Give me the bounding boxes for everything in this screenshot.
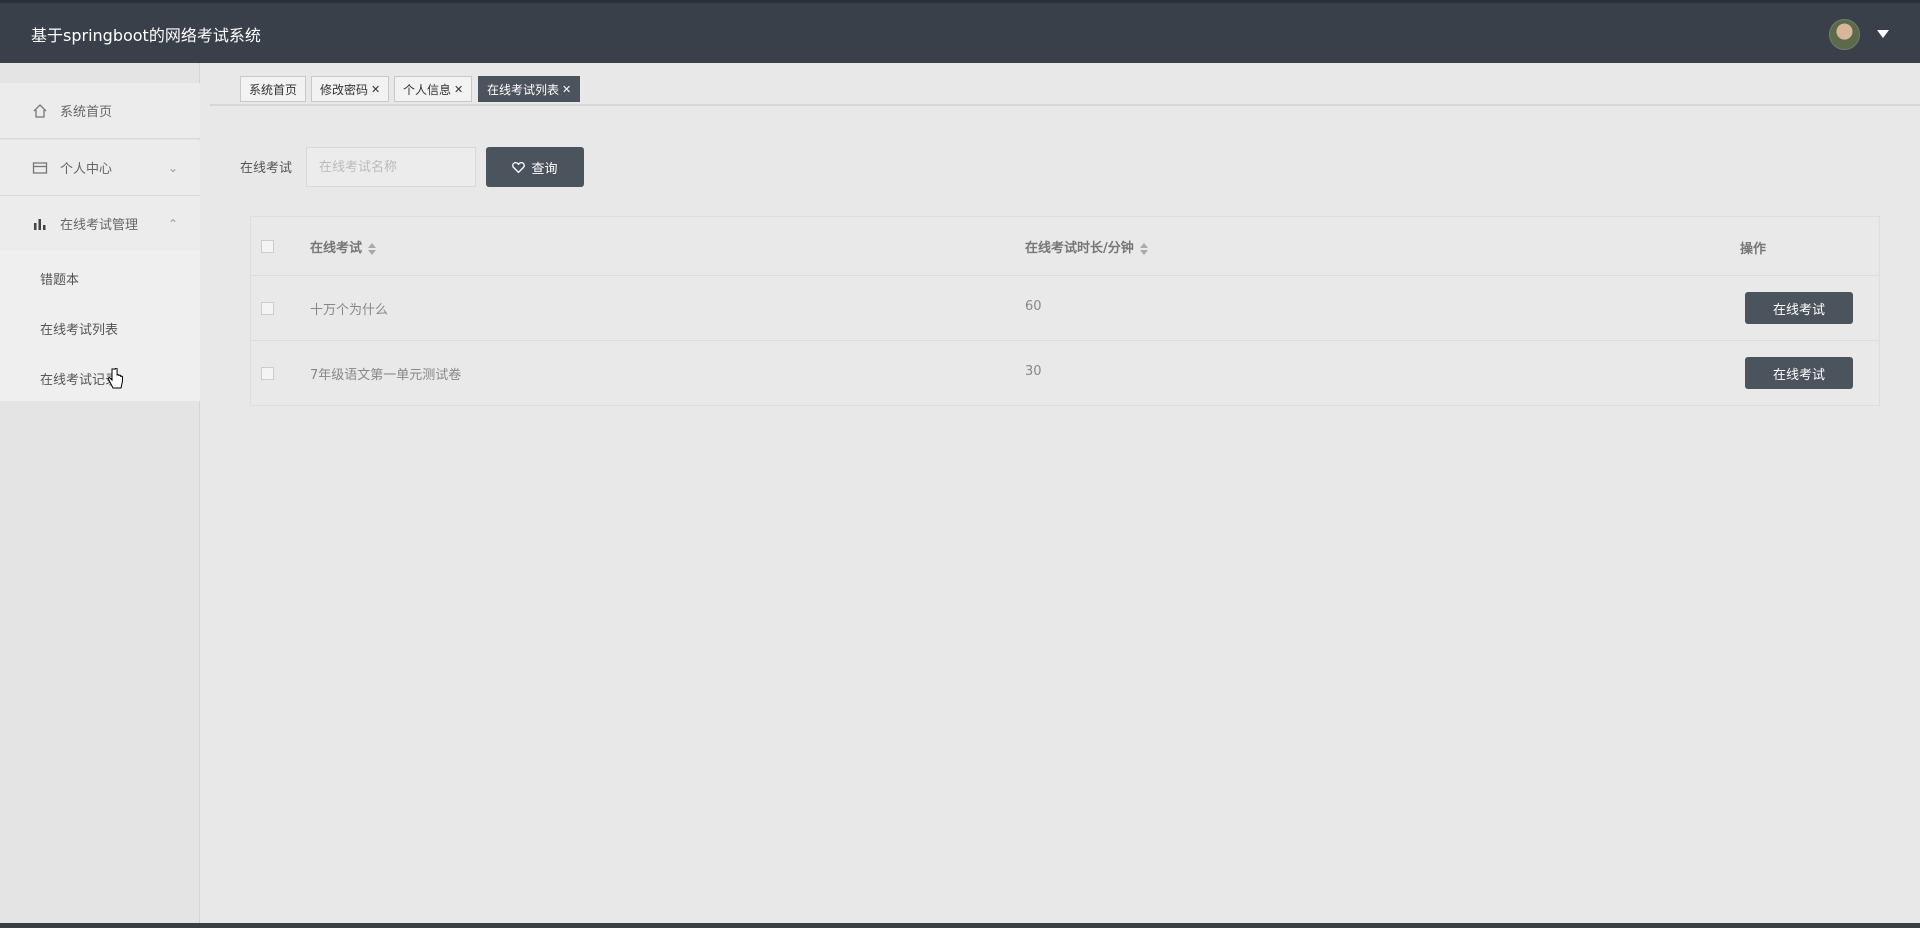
close-icon[interactable]: ✕	[454, 83, 463, 96]
column-header-exam[interactable]: 在线考试	[310, 237, 377, 256]
column-header-label: 在线考试	[310, 241, 363, 256]
tab-label: 修改密码	[320, 82, 369, 97]
tab-label: 系统首页	[249, 82, 298, 97]
submenu-item-wrong-questions[interactable]: 错题本	[40, 269, 79, 288]
search-input[interactable]	[306, 147, 476, 187]
search-button[interactable]: 查询	[486, 147, 584, 187]
tab-label: 在线考试列表	[487, 82, 560, 97]
home-icon	[31, 102, 49, 120]
heart-icon	[512, 161, 526, 173]
bottom-bar	[0, 923, 1920, 928]
row-checkbox[interactable]	[261, 367, 274, 380]
sidebar-item-home[interactable]: 系统首页	[0, 83, 200, 139]
column-header-duration[interactable]: 在线考试时长/分钟	[1025, 237, 1148, 256]
sidebar-item-label: 个人中心	[60, 162, 113, 177]
top-bar: 基于springboot的网络考试系统	[0, 0, 1920, 63]
exam-submenu: 错题本 在线考试列表 在线考试记录	[0, 251, 200, 401]
table-row: 十万个为什么 60 在线考试	[251, 276, 1879, 341]
tab-personal-info[interactable]: 个人信息 ✕	[394, 76, 473, 102]
column-header-actions: 操作	[1740, 242, 1767, 257]
chevron-down-icon: ⌄	[168, 160, 179, 175]
sidebar-item-exam-management[interactable]: 在线考试管理 ⌃	[0, 196, 200, 252]
tab-exam-list[interactable]: 在线考试列表 ✕	[478, 76, 581, 102]
sidebar-item-personal-center[interactable]: 个人中心 ⌄	[0, 140, 200, 196]
close-icon[interactable]: ✕	[562, 83, 571, 96]
submenu-item-exam-list[interactable]: 在线考试列表	[40, 319, 118, 338]
user-avatar[interactable]	[1829, 19, 1860, 50]
sidebar-item-label: 系统首页	[60, 105, 113, 120]
exam-table: 在线考试 在线考试时长/分钟 操作 十万个为什么 60 在线考试 7年级语文第一…	[250, 216, 1880, 406]
chevron-up-icon: ⌃	[168, 216, 179, 231]
app-title: 基于springboot的网络考试系统	[31, 26, 261, 45]
table-header-row: 在线考试 在线考试时长/分钟 操作	[251, 217, 1879, 276]
tab-bar: 系统首页 修改密码 ✕ 个人信息 ✕ 在线考试列表 ✕	[210, 66, 1920, 106]
exam-duration: 30	[1025, 364, 1042, 379]
search-button-label: 查询	[531, 161, 558, 177]
card-icon	[31, 159, 49, 177]
exam-duration: 60	[1025, 299, 1042, 314]
sidebar-item-label: 在线考试管理	[60, 218, 139, 233]
hand-cursor-icon	[107, 368, 123, 389]
tab-label: 个人信息	[403, 82, 452, 97]
close-icon[interactable]: ✕	[371, 83, 380, 96]
tab-home[interactable]: 系统首页	[240, 76, 307, 102]
take-exam-button[interactable]: 在线考试	[1745, 357, 1853, 389]
sort-icon[interactable]	[368, 242, 377, 255]
take-exam-button[interactable]: 在线考试	[1745, 292, 1853, 324]
caret-down-icon[interactable]	[1877, 30, 1889, 38]
search-label: 在线考试	[240, 161, 293, 176]
table-row: 7年级语文第一单元测试卷 30 在线考试	[251, 341, 1879, 406]
exam-name: 7年级语文第一单元测试卷	[310, 368, 462, 383]
select-all-checkbox[interactable]	[261, 240, 274, 253]
bar-chart-icon	[31, 215, 49, 233]
sort-icon[interactable]	[1139, 242, 1148, 255]
column-header-label: 在线考试时长/分钟	[1025, 241, 1134, 256]
row-checkbox[interactable]	[261, 302, 274, 315]
tab-change-password[interactable]: 修改密码 ✕	[311, 76, 390, 102]
exam-name: 十万个为什么	[310, 303, 389, 318]
